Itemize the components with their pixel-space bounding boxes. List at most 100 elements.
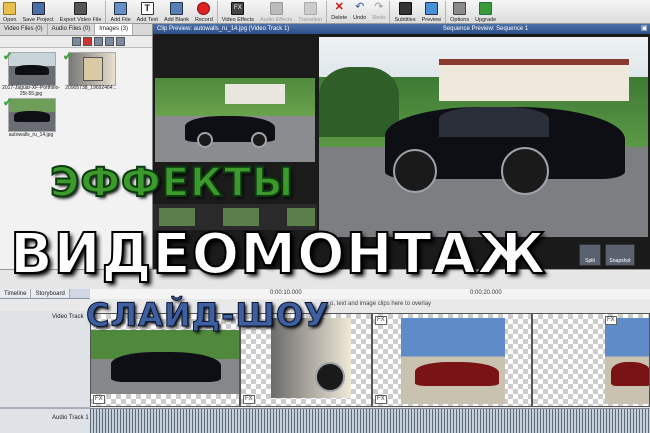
remove-bin-icon[interactable] <box>83 37 92 46</box>
wheel-image <box>501 147 549 195</box>
record-icon <box>197 2 211 15</box>
tab-images[interactable]: Images (3) <box>95 24 133 35</box>
sequence-preview-image <box>319 37 648 237</box>
checkmark-icon: ✔ <box>63 51 73 63</box>
audio-track-header[interactable]: Audio Track 1 <box>0 408 90 433</box>
fx-badge[interactable]: FX <box>243 395 255 404</box>
add-blank-button[interactable]: Add Blank <box>161 0 192 24</box>
main-toolbar: Open Save Project Export Video File Add … <box>0 0 650 24</box>
media-thumbnail[interactable] <box>8 52 56 86</box>
overlay-track-hint: o, text and image clips here to overlay <box>330 301 432 307</box>
video-track-header[interactable]: Video Track <box>0 311 90 408</box>
fx-badge[interactable]: FX <box>93 395 105 404</box>
checkmark-icon: ✔ <box>3 97 13 109</box>
preview-button[interactable]: Preview <box>419 0 445 24</box>
film-export-icon <box>74 2 88 15</box>
audio-waveform[interactable] <box>90 408 650 433</box>
add-text-button[interactable]: T Add Text <box>134 0 161 24</box>
media-thumbnail[interactable] <box>68 52 116 86</box>
car-interior-image <box>83 57 103 81</box>
house-image <box>225 84 285 104</box>
ruler-tick-label: 0:00:20.000 <box>470 290 502 296</box>
tab-timeline[interactable]: Timeline <box>0 289 32 298</box>
clip-thumbnail <box>605 318 649 404</box>
wheel-image <box>197 132 213 148</box>
options-button[interactable]: Options <box>447 0 472 24</box>
video-track-label: Video Track <box>52 314 84 320</box>
toolbar-divider <box>105 1 107 23</box>
audio-track: Audio Track 1 <box>0 408 650 433</box>
undo-arrow-icon: ↶ <box>355 1 365 13</box>
video-editing-overlay-text: ВИДЕОМОНТАЖ <box>9 221 547 288</box>
add-file-button[interactable]: Add File <box>107 0 133 24</box>
audio-fx-icon <box>269 2 283 15</box>
fx-badge[interactable]: FX <box>375 316 387 325</box>
media-thumbnail[interactable] <box>8 98 56 132</box>
delete-x-icon: ✕ <box>334 1 344 13</box>
delete-button[interactable]: ✕ Delete <box>328 0 350 24</box>
clip-thumbnail <box>401 318 505 404</box>
subtitles-icon <box>398 2 412 15</box>
export-video-file-button[interactable]: Export Video File <box>57 0 105 24</box>
timeline-clip[interactable]: FX <box>532 313 650 407</box>
video-effects-button[interactable]: FX Video Effects <box>219 0 257 24</box>
tab-video-files[interactable]: Video Files (0) <box>0 24 48 35</box>
toolbar-divider <box>216 1 218 23</box>
open-button[interactable]: Open <box>0 0 19 24</box>
toolbar-divider <box>389 1 391 23</box>
audio-track-label: Audio Track 1 <box>52 415 89 421</box>
car-window-image <box>439 107 549 137</box>
toolbar-divider <box>445 1 447 23</box>
list-view-icon[interactable] <box>105 37 114 46</box>
redo-button[interactable]: ↷ Redo <box>369 0 388 24</box>
maximize-icon[interactable]: ▣ <box>641 25 649 33</box>
house-image <box>439 59 629 101</box>
transition-button[interactable]: Transition <box>295 0 325 24</box>
media-bin-toolbar <box>0 36 152 48</box>
media-bin-tabs: Video Files (0) Audio Files (0) Images (… <box>0 24 152 36</box>
car-image <box>111 352 221 382</box>
thumbnail-view-icon[interactable] <box>94 37 103 46</box>
split-button[interactable]: Split <box>579 244 601 266</box>
slideshow-overlay-text: СЛАЙД-ШОУ <box>86 296 330 335</box>
fx-badge[interactable]: FX <box>375 395 387 404</box>
car-image <box>15 65 49 75</box>
add-blank-icon <box>169 2 183 15</box>
transition-icon <box>303 2 317 15</box>
add-bin-icon[interactable] <box>72 37 81 46</box>
floppy-icon <box>31 2 45 15</box>
tab-audio-files[interactable]: Audio Files (0) <box>48 24 96 35</box>
preview-monitor-icon <box>424 2 438 15</box>
record-button[interactable]: Record <box>192 0 216 24</box>
sequence-preview-title: Sequence Preview: Sequence 1 <box>317 24 650 34</box>
sort-icon[interactable] <box>116 37 125 46</box>
checkmark-icon: ✔ <box>3 51 13 63</box>
undo-button[interactable]: ↶ Undo <box>350 0 369 24</box>
add-file-icon <box>114 2 128 15</box>
toolbar-divider <box>326 1 328 23</box>
options-tools-icon <box>453 2 467 15</box>
car-image <box>14 111 50 122</box>
subtitles-button[interactable]: Subtitles <box>391 0 418 24</box>
clip-preview-image <box>155 78 315 162</box>
save-project-button[interactable]: Save Project <box>19 0 56 24</box>
car-image <box>415 362 499 386</box>
effects-overlay-text: ЭФФЕКТЫ <box>49 159 295 207</box>
timeline-clip[interactable]: FX FX <box>372 313 532 407</box>
clip-thumbnail <box>91 330 239 394</box>
tab-storyboard[interactable]: Storyboard <box>31 289 70 298</box>
clip-preview-title: Clip Preview: autowalls_ru_14.jpg (Video… <box>153 24 317 34</box>
thumbnail-caption: 20905738_19692464... <box>65 85 117 91</box>
fx-badge[interactable]: FX <box>605 316 617 325</box>
wheel-image <box>251 132 267 148</box>
tree-image <box>319 67 399 137</box>
folder-icon <box>3 2 17 15</box>
text-icon: T <box>140 2 154 15</box>
audio-effects-button[interactable]: Audio Effects <box>257 0 295 24</box>
car-image <box>611 362 649 386</box>
snapshot-button[interactable]: Snapshot <box>605 244 635 266</box>
redo-arrow-icon: ↷ <box>374 1 384 13</box>
wheel-image <box>393 149 437 193</box>
thumbnail-caption: autowalls_ru_14.jpg <box>8 132 54 138</box>
upgrade-button[interactable]: Upgrade <box>472 0 499 24</box>
